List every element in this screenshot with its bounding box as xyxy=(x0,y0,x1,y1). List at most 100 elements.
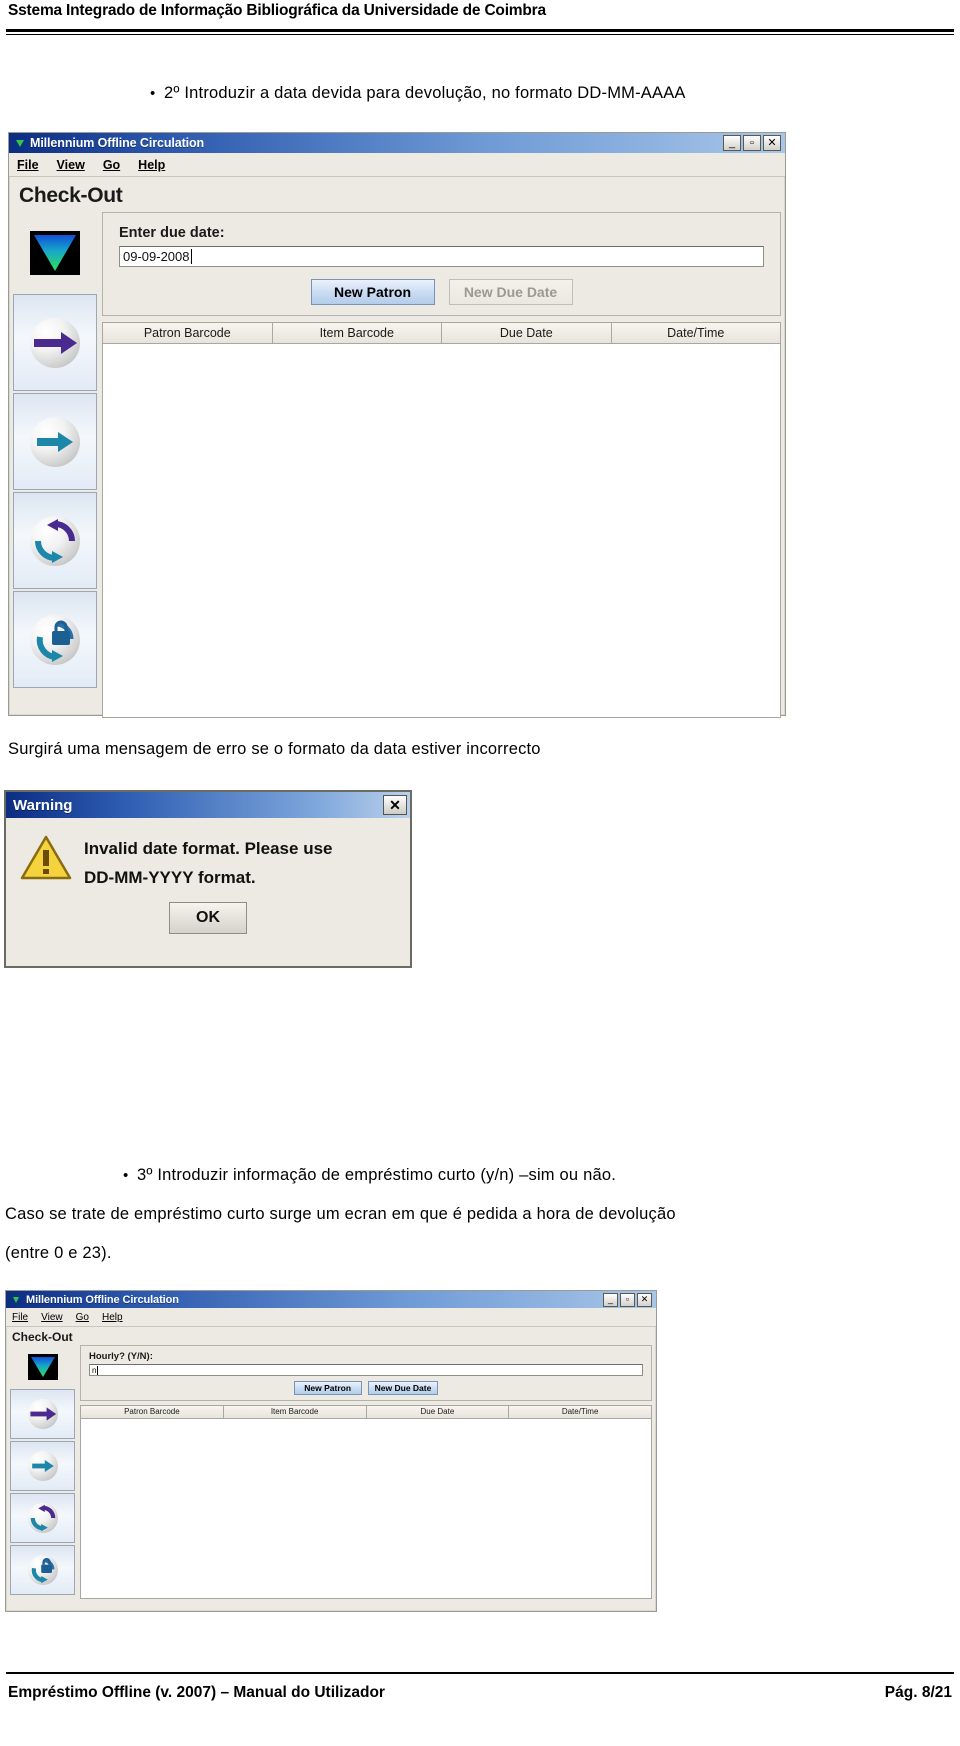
window-2-menubar[interactable]: File View Go Help xyxy=(6,1308,656,1327)
sidebar-check-in[interactable] xyxy=(10,1441,75,1491)
new-due-date-button[interactable]: New Due Date xyxy=(448,279,573,305)
minimize-icon[interactable]: _ xyxy=(603,1292,618,1307)
sidebar-check-out[interactable] xyxy=(13,294,97,391)
millennium-triangle-icon xyxy=(10,1294,21,1305)
close-icon[interactable]: ✕ xyxy=(637,1292,652,1307)
warning-title: Warning xyxy=(13,796,73,814)
error-note-paragraph: Surgirá uma mensagem de erro se o format… xyxy=(8,740,541,758)
step-3-bullet-row: • 3º Introduzir informação de empréstimo… xyxy=(123,1162,616,1189)
circular-refresh-icon xyxy=(27,1503,58,1533)
warning-body: Invalid date format. Please use DD-MM-YY… xyxy=(6,818,410,900)
menu-view-label: View xyxy=(41,1311,63,1323)
close-icon[interactable]: ✕ xyxy=(763,135,781,151)
new-due-date-button[interactable]: New Due Date xyxy=(367,1381,439,1395)
padlock-refresh-icon xyxy=(30,614,80,665)
menu-view[interactable]: View xyxy=(57,158,85,172)
sidebar-renew[interactable] xyxy=(13,492,97,589)
teal-arrow-right-icon xyxy=(27,1451,58,1481)
window-1-sidebar[interactable] xyxy=(13,212,97,718)
window-1-controls[interactable]: _ ▫ ✕ xyxy=(723,135,783,151)
menu-file[interactable]: File xyxy=(17,158,39,172)
document-header-title: Sstema Integrado de Informação Bibliográ… xyxy=(8,2,546,19)
download-triangle-icon xyxy=(30,231,80,275)
window-2-titlebar[interactable]: Millennium Offline Circulation _ ▫ ✕ xyxy=(6,1291,656,1308)
step-2-bullet-row: • 2º Introduzir a data devida para devol… xyxy=(150,80,686,107)
maximize-icon[interactable]: ▫ xyxy=(620,1292,635,1307)
hourly-label: Hourly? (Y/N): xyxy=(89,1351,153,1362)
bullet-icon: • xyxy=(123,1167,129,1184)
menu-view[interactable]: View xyxy=(41,1312,63,1323)
col-due-date[interactable]: Due Date xyxy=(366,1406,510,1418)
millennium-window-2[interactable]: Millennium Offline Circulation _ ▫ ✕ Fil… xyxy=(5,1290,657,1612)
footer-right: Pág. 8/21 xyxy=(884,1684,952,1701)
window-2-sidebar[interactable] xyxy=(10,1345,75,1599)
col-item-barcode[interactable]: Item Barcode xyxy=(223,1406,367,1418)
minimize-icon[interactable]: _ xyxy=(723,135,741,151)
sidebar-download[interactable] xyxy=(10,1345,75,1389)
menu-view-label: View xyxy=(56,157,85,172)
sidebar-secure-renew[interactable] xyxy=(10,1545,75,1595)
close-icon[interactable]: ✕ xyxy=(383,795,407,815)
maximize-icon[interactable]: ▫ xyxy=(743,135,761,151)
window-1-table-body[interactable] xyxy=(102,343,781,718)
footer-left: Empréstimo Offline (v. 2007) – Manual do… xyxy=(8,1684,385,1701)
menu-go[interactable]: Go xyxy=(103,158,120,172)
col-date-time[interactable]: Date/Time xyxy=(611,323,780,343)
window-1-menubar[interactable]: File View Go Help xyxy=(9,153,785,177)
due-date-label: Enter due date: xyxy=(119,225,225,241)
new-patron-button[interactable]: New Patron xyxy=(293,1381,362,1395)
window-1-titlebar[interactable]: Millennium Offline Circulation _ ▫ ✕ xyxy=(9,133,785,153)
circular-refresh-icon xyxy=(30,515,80,566)
col-item-barcode[interactable]: Item Barcode xyxy=(272,323,442,343)
purple-arrow-right-icon xyxy=(30,317,80,368)
window-1-table-header: Patron Barcode Item Barcode Due Date Dat… xyxy=(102,322,781,343)
due-date-input-value: 09-09-2008 xyxy=(123,249,190,264)
purple-arrow-right-icon xyxy=(27,1399,58,1429)
text-caret xyxy=(190,249,192,264)
new-due-date-label: New Due Date xyxy=(374,1383,432,1393)
warning-dialog[interactable]: Warning ✕ Invalid date format. Please us… xyxy=(4,790,412,968)
warning-message-line-2: DD-MM-YYYY format. xyxy=(84,868,256,887)
sidebar-renew[interactable] xyxy=(10,1493,75,1543)
window-2-controls[interactable]: _ ▫ ✕ xyxy=(603,1292,654,1307)
ok-button[interactable]: OK xyxy=(169,902,247,934)
menu-help-label: Help xyxy=(138,157,166,172)
millennium-window-1[interactable]: Millennium Offline Circulation _ ▫ ✕ Fil… xyxy=(8,132,786,718)
menu-help[interactable]: Help xyxy=(138,158,165,172)
window-2-button-row: New Patron New Due Date xyxy=(89,1381,643,1395)
due-date-input[interactable]: 09-09-2008 xyxy=(119,246,764,267)
padlock-refresh-icon xyxy=(27,1555,58,1585)
new-patron-label: New Patron xyxy=(333,284,411,300)
window-1-heading: Check-Out xyxy=(19,184,123,207)
col-patron-barcode[interactable]: Patron Barcode xyxy=(81,1406,224,1418)
col-patron-barcode[interactable]: Patron Barcode xyxy=(103,323,273,343)
warning-titlebar[interactable]: Warning ✕ xyxy=(6,792,410,818)
sidebar-check-out[interactable] xyxy=(10,1389,75,1439)
window-1-body: Enter due date: 09-09-2008 New Patron Ne… xyxy=(9,212,785,722)
text-caret xyxy=(97,1365,99,1375)
col-due-date[interactable]: Due Date xyxy=(442,323,612,343)
new-patron-button[interactable]: New Patron xyxy=(310,279,435,305)
step-3-text: 3º Introduzir informação de empréstimo c… xyxy=(137,1166,616,1184)
short-loan-paragraph-line-2: (entre 0 e 23). xyxy=(5,1244,112,1262)
window-2-title: Millennium Offline Circulation xyxy=(26,1293,179,1306)
sidebar-download[interactable] xyxy=(13,212,97,294)
sidebar-check-in[interactable] xyxy=(13,393,97,490)
window-1-main: Enter due date: 09-09-2008 New Patron Ne… xyxy=(102,212,781,718)
menu-help[interactable]: Help xyxy=(102,1312,123,1323)
menu-go[interactable]: Go xyxy=(76,1312,89,1323)
col-date-time[interactable]: Date/Time xyxy=(509,1406,651,1418)
header-divider xyxy=(6,29,954,32)
window-2-main: Hourly? (Y/N): n New Patron New Due Date… xyxy=(80,1345,652,1599)
hourly-input[interactable]: n xyxy=(89,1364,643,1376)
sidebar-secure-renew[interactable] xyxy=(13,591,97,688)
warning-message-line-1: Invalid date format. Please use xyxy=(84,839,333,858)
menu-file-label: File xyxy=(17,157,39,172)
new-due-date-label: New Due Date xyxy=(463,284,558,300)
teal-arrow-right-icon xyxy=(30,416,80,467)
window-2-table-body[interactable] xyxy=(80,1418,652,1599)
header-divider-thin xyxy=(6,34,954,35)
bullet-icon: • xyxy=(150,85,156,102)
footer-divider xyxy=(6,1672,954,1674)
menu-file[interactable]: File xyxy=(12,1312,28,1323)
